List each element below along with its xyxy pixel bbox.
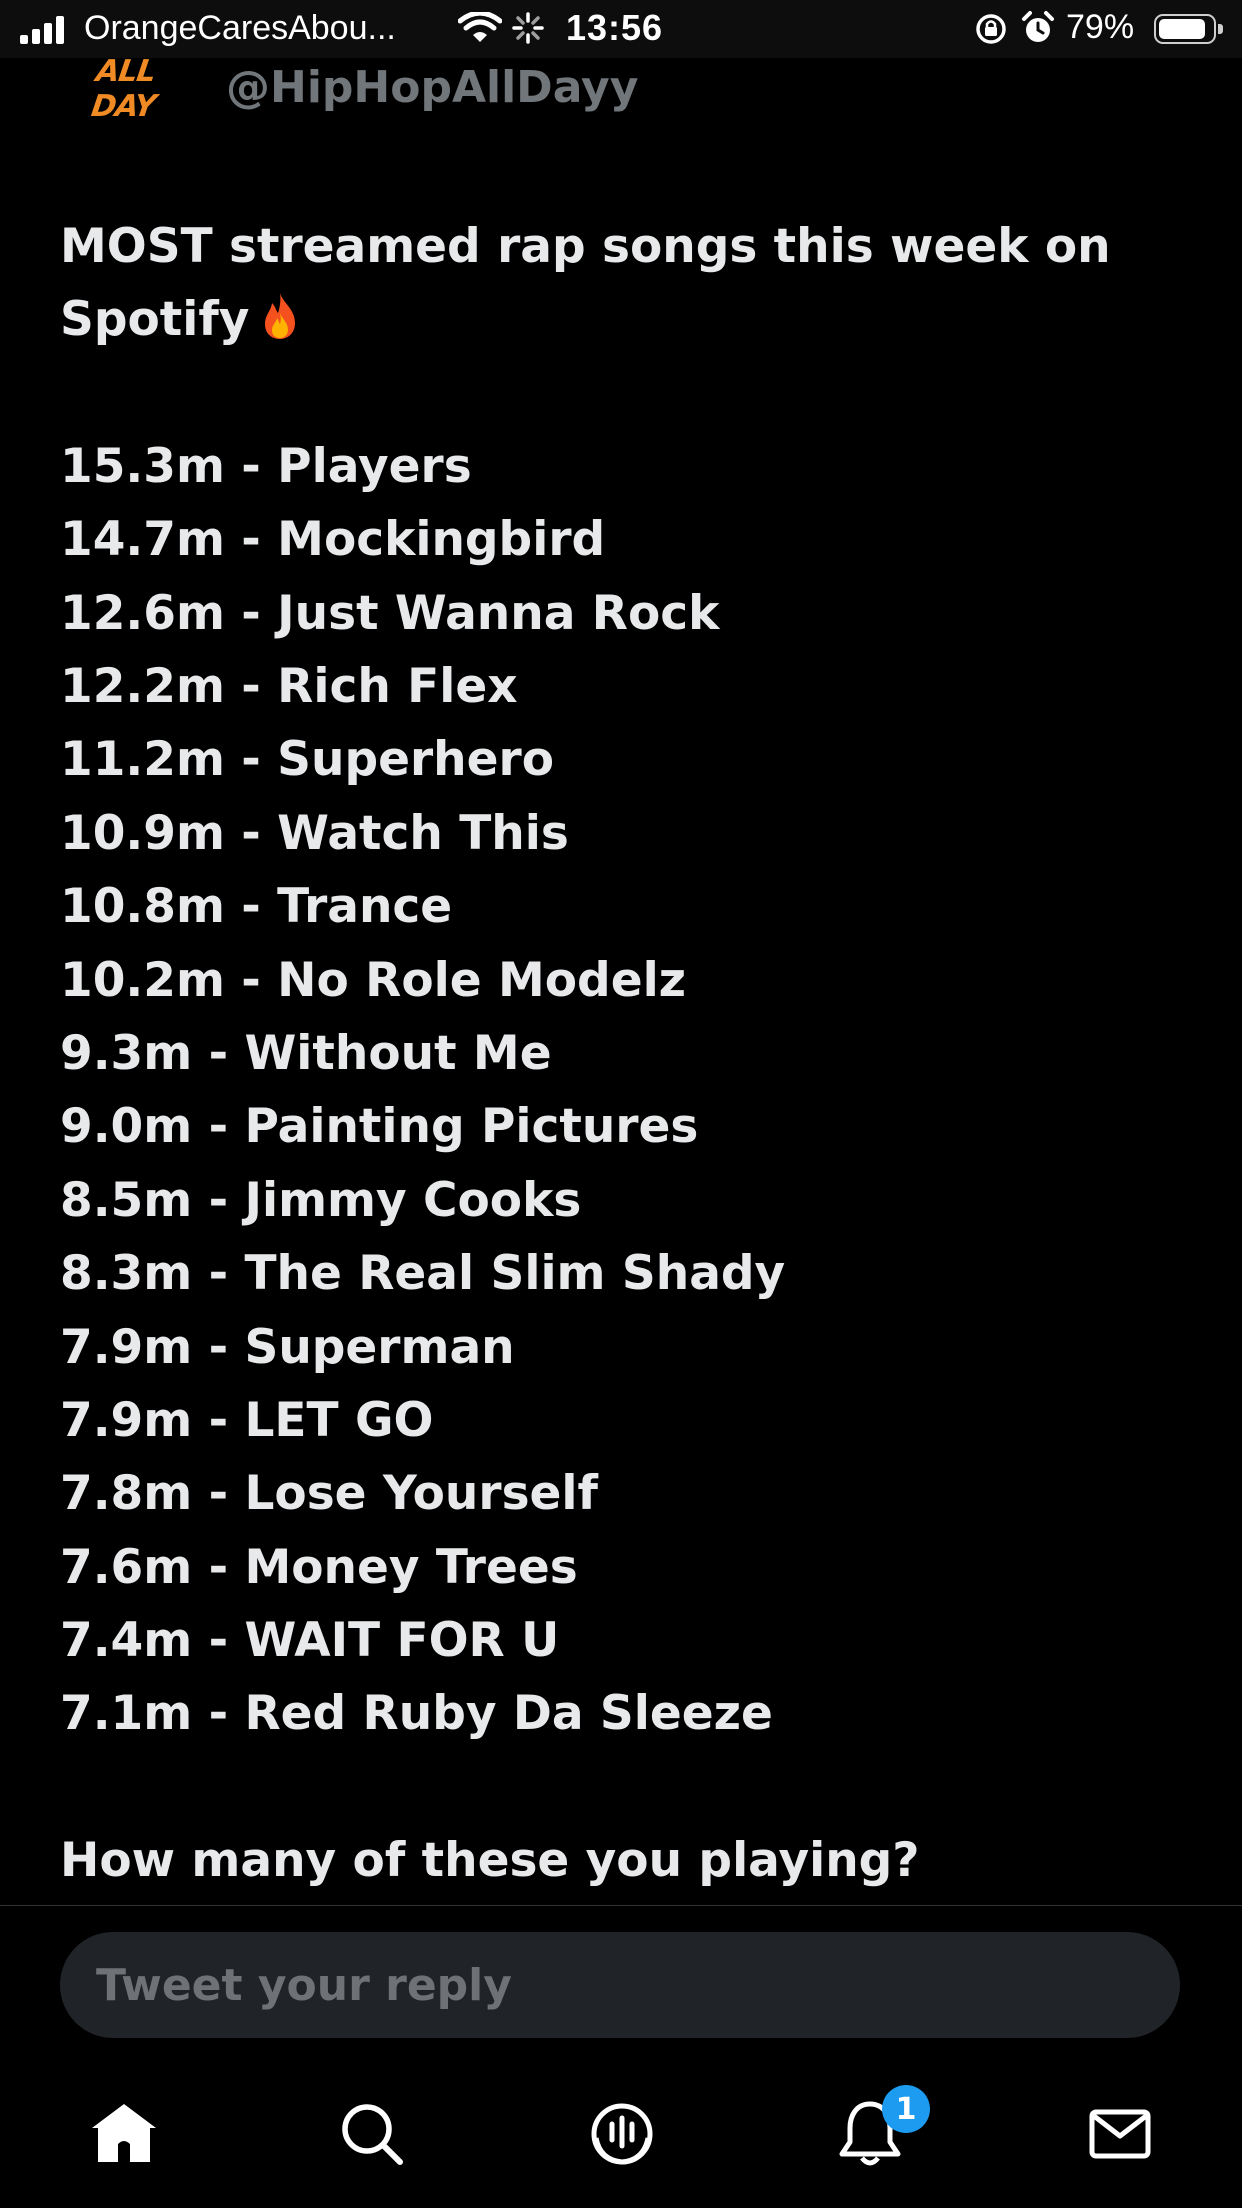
tweet-headline: MOST streamed rap songs this week on Spo… (60, 210, 1200, 357)
song-list-item: 7.4m - WAIT FOR U (60, 1613, 560, 1669)
tweet-text: MOST streamed rap songs this week on Spo… (60, 210, 1200, 1897)
reply-placeholder: Tweet your reply (96, 1959, 512, 2011)
wifi-icon (458, 12, 502, 42)
song-list-item: 14.7m - Mockingbird (60, 512, 606, 568)
avatar-logo-text: ALL DAY (89, 54, 158, 124)
song-list-item: 8.3m - The Real Slim Shady (60, 1246, 786, 1302)
loading-spinner-icon (512, 12, 544, 44)
rotation-lock-icon (976, 14, 1006, 44)
song-list-item: 12.6m - Just Wanna Rock (60, 585, 720, 641)
song-list-item: 9.3m - Without Me (60, 1025, 552, 1081)
messages-icon[interactable] (1084, 2098, 1156, 2170)
song-list-item: 15.3m - Players (60, 438, 472, 494)
song-list-item: 11.2m - Superhero (60, 732, 554, 788)
cellular-signal-icon (20, 16, 66, 44)
spaces-icon[interactable] (586, 2098, 658, 2170)
song-list-item: 8.5m - Jimmy Cooks (60, 1172, 582, 1228)
song-list-item: 7.9m - Superman (60, 1319, 515, 1375)
song-list-item: 7.6m - Money Trees (60, 1539, 578, 1595)
reply-input[interactable]: Tweet your reply (60, 1932, 1180, 2038)
alarm-icon (1022, 11, 1054, 42)
song-list-item: 10.9m - Watch This (60, 805, 569, 861)
tweet-headline-text: MOST streamed rap songs this week on Spo… (60, 219, 1111, 348)
song-list-item: 9.0m - Painting Pictures (60, 1099, 699, 1155)
song-list-item: 7.9m - LET GO (60, 1392, 434, 1448)
fire-icon (265, 293, 296, 340)
song-list-item: 7.1m - Red Ruby Da Sleeze (60, 1686, 773, 1742)
song-list-item: 10.2m - No Role Modelz (60, 952, 687, 1008)
home-icon[interactable] (88, 2098, 160, 2170)
battery-icon (1154, 14, 1223, 44)
battery-percent: 79% (1066, 8, 1135, 46)
search-icon[interactable] (336, 2098, 408, 2170)
notifications-badge: 1 (882, 2085, 930, 2133)
song-list-item: 12.2m - Rich Flex (60, 658, 518, 714)
author-avatar[interactable]: ALL DAY (70, 40, 200, 130)
song-list: 15.3m - Players 14.7m - Mockingbird 12.6m … (60, 430, 1200, 1751)
song-list-item: 7.8m - Lose Yourself (60, 1466, 598, 1522)
song-list-item: 10.8m - Trance (60, 879, 453, 935)
divider (0, 1905, 1242, 1906)
status-time: 13:56 (566, 7, 664, 48)
author-handle[interactable]: @HipHopAllDayy (226, 62, 638, 113)
tweet-question: How many of these you playing? (60, 1832, 920, 1888)
